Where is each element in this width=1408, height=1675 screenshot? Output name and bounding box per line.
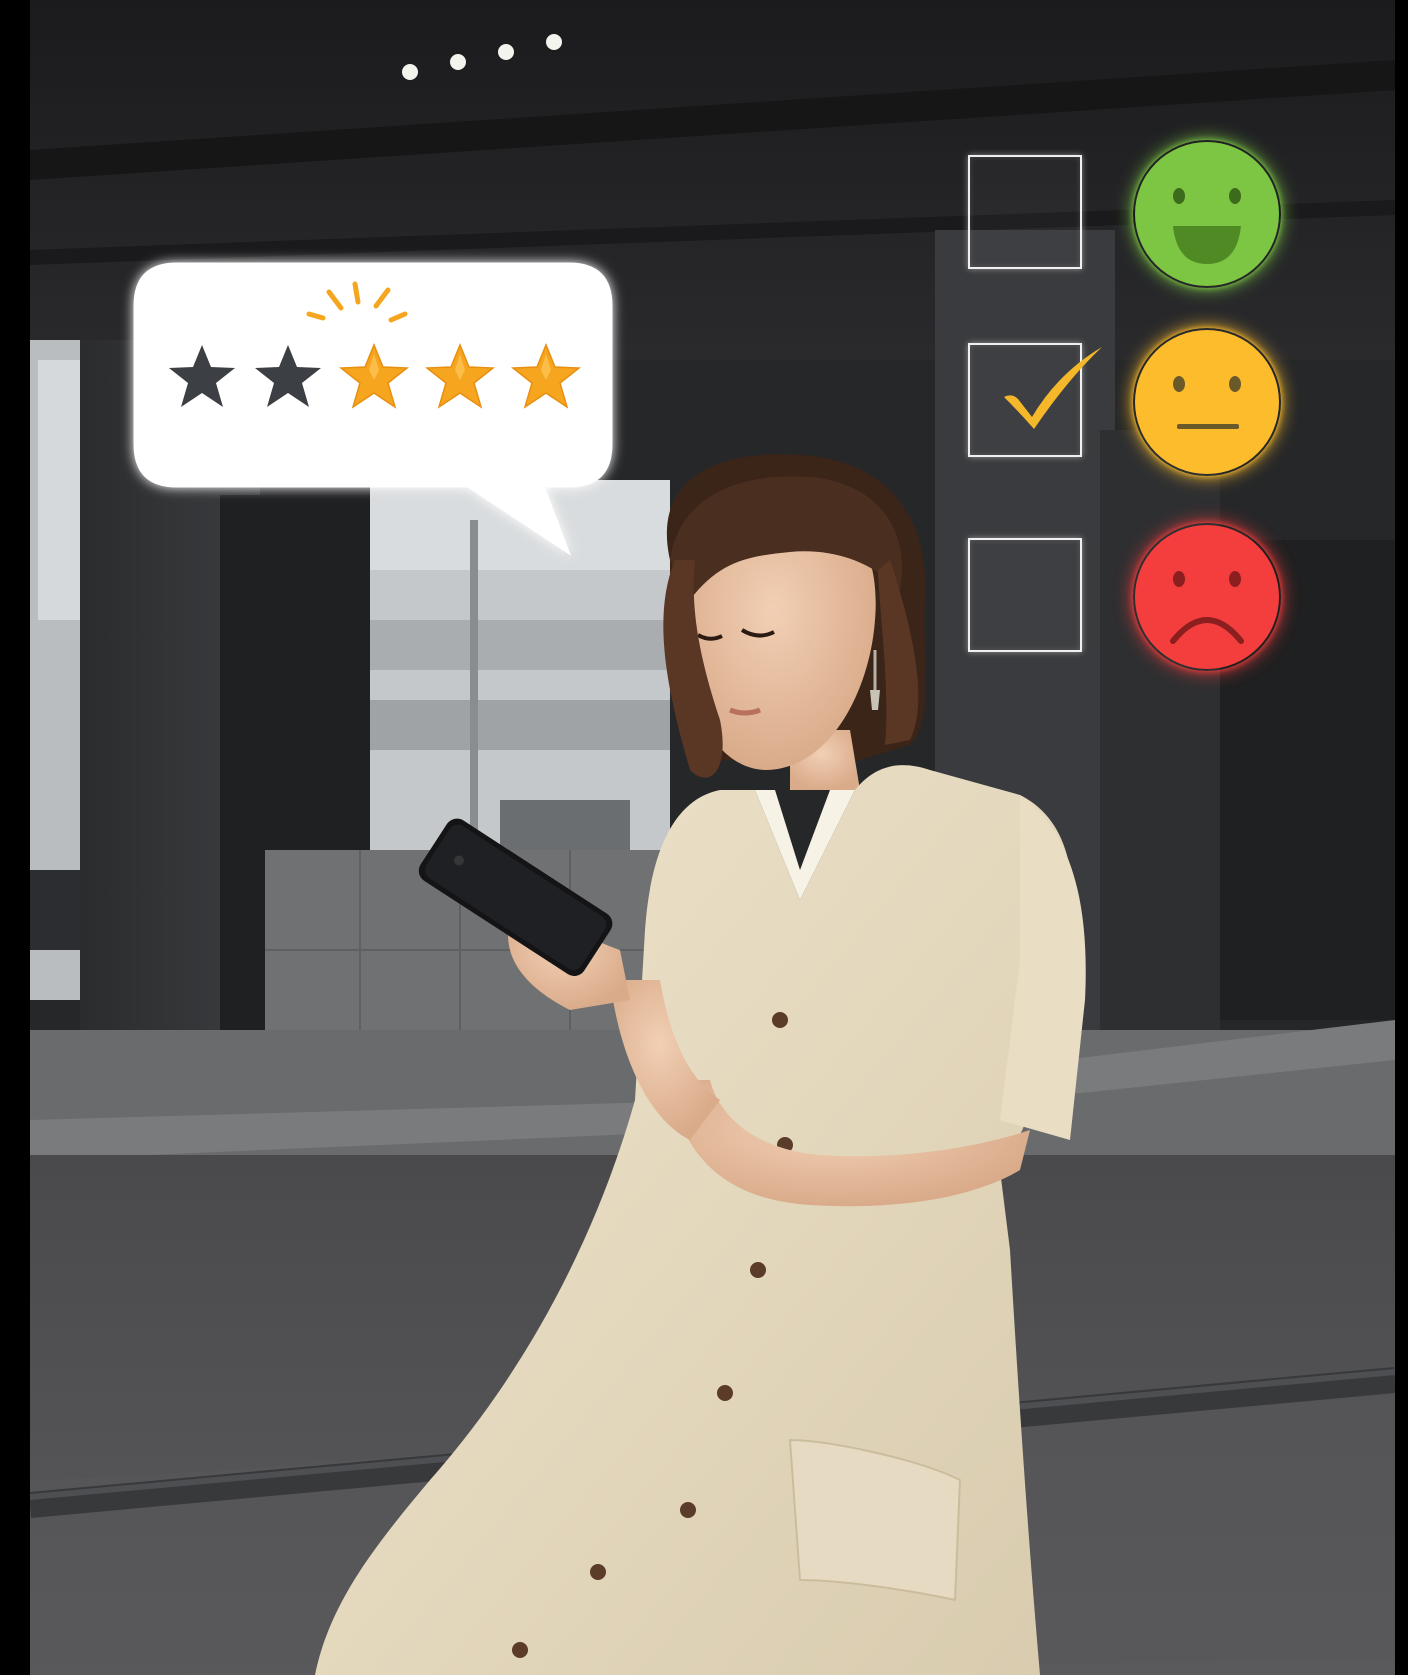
rating-star-4[interactable]: [425, 342, 495, 412]
rating-star-5[interactable]: [511, 342, 581, 412]
star-icon: [339, 343, 409, 409]
rating-star-2[interactable]: [253, 342, 323, 412]
star-icon: [425, 343, 495, 409]
feedback-option-neutral[interactable]: [968, 330, 1298, 493]
rating-star-3[interactable]: [339, 342, 409, 412]
star-icon: [169, 345, 235, 407]
happy-face-icon: [1133, 140, 1281, 288]
feedback-option-happy[interactable]: [968, 142, 1298, 305]
rating-bubble: [133, 262, 613, 560]
neutral-face-icon: [1133, 328, 1281, 476]
feedback-option-sad[interactable]: [968, 525, 1298, 688]
rating-star-1[interactable]: [167, 342, 237, 412]
checkmark-icon: [998, 343, 1108, 433]
checkbox-sad[interactable]: [968, 538, 1082, 652]
sad-face-icon: [1133, 523, 1281, 671]
checkbox-happy[interactable]: [968, 155, 1082, 269]
star-icon: [511, 343, 581, 409]
star-icon: [255, 345, 321, 407]
